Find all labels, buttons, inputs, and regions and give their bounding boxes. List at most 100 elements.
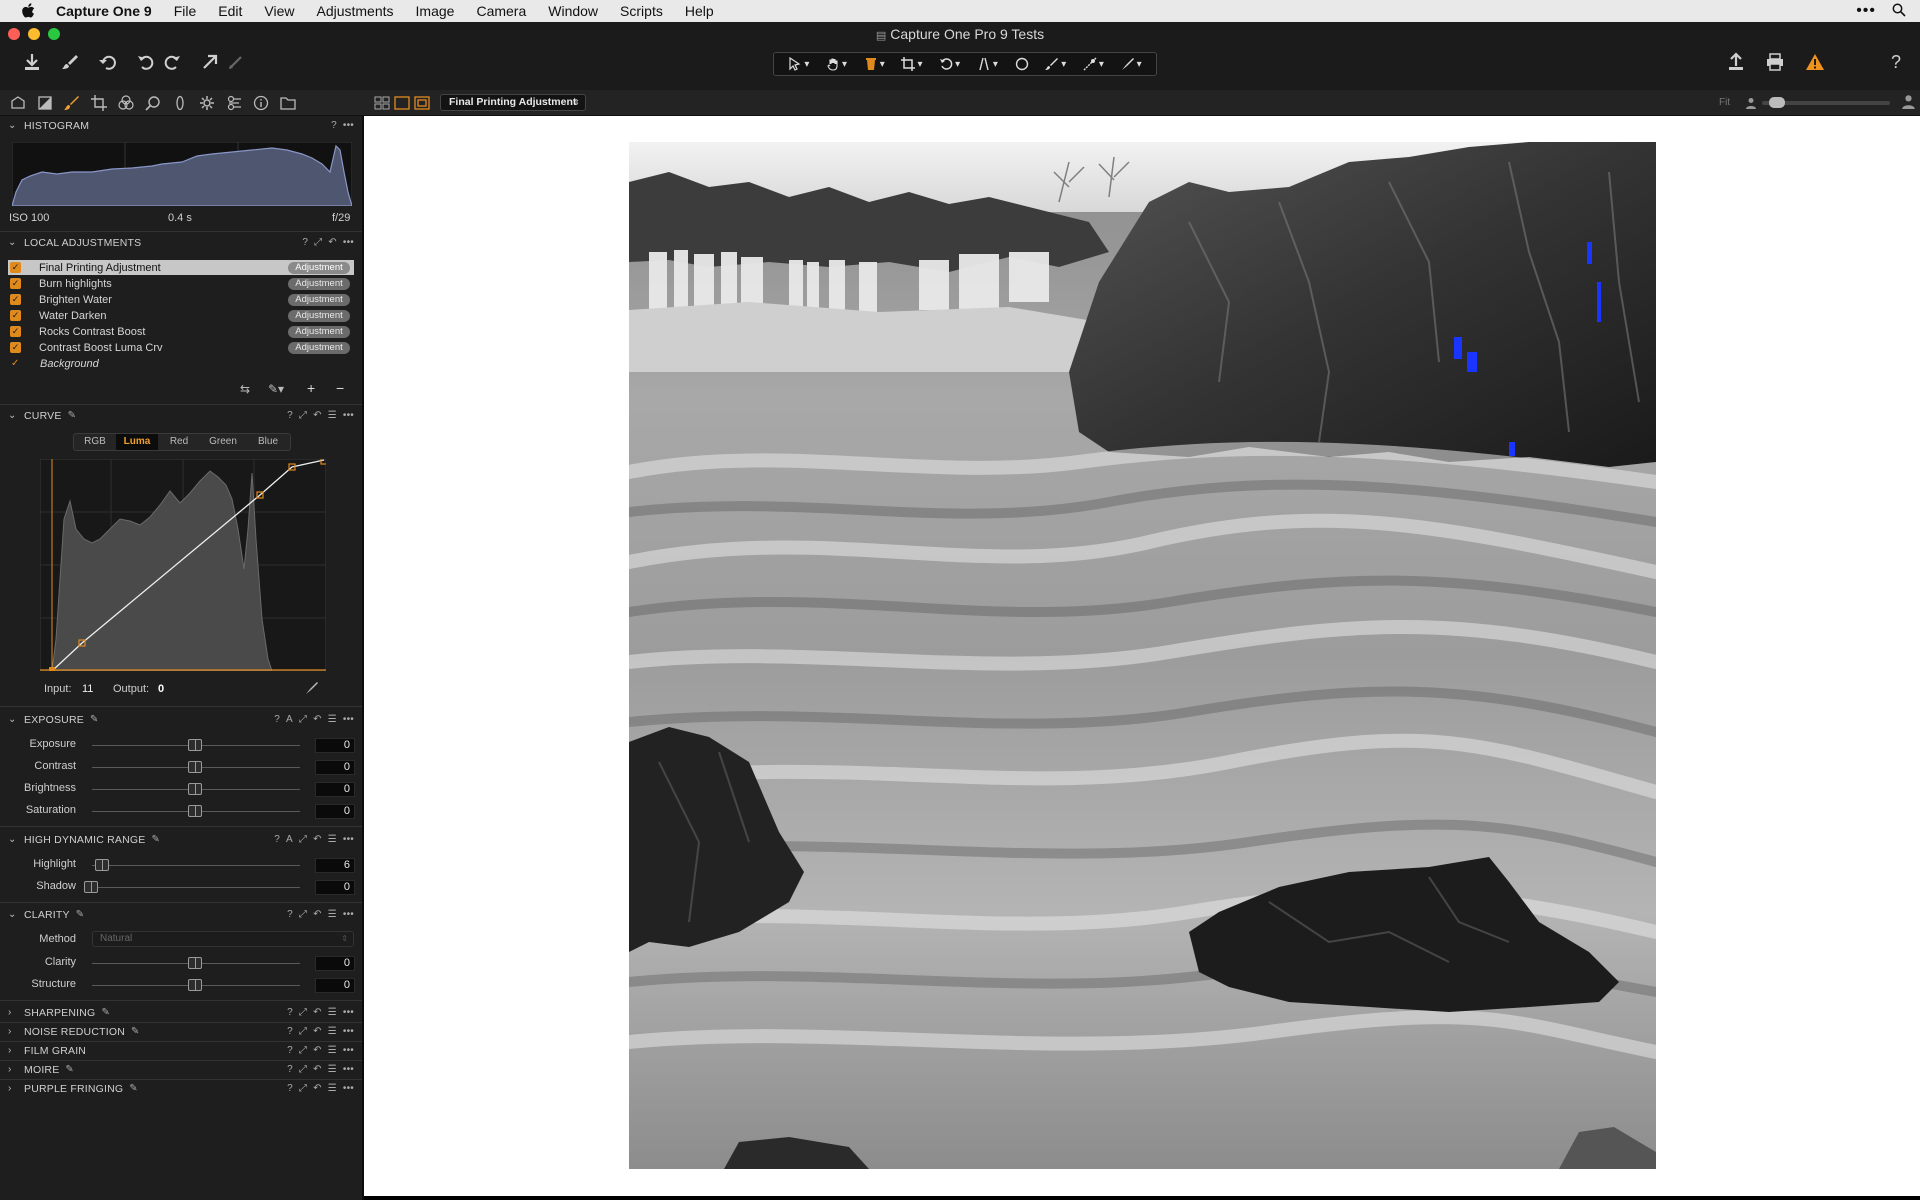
brightness-slider-knob[interactable] <box>188 783 202 795</box>
tab-output[interactable] <box>224 93 244 113</box>
tab-local-adjustments[interactable] <box>62 93 82 113</box>
shadow-slider-knob[interactable] <box>84 881 98 893</box>
layer-checkbox[interactable]: ✓ <box>10 310 21 321</box>
more-icon[interactable]: ••• <box>343 714 354 725</box>
layer-item[interactable]: ✓ Final Printing Adjustment Adjustment <box>8 260 354 275</box>
clarity-slider-knob[interactable] <box>188 957 202 969</box>
layer-checkbox[interactable]: ✓ <box>10 342 21 353</box>
contrast-slider-knob[interactable] <box>188 761 202 773</box>
moire-header[interactable]: › MOIRE ✎ ?⤢↶☰••• <box>0 1060 362 1079</box>
print-icon[interactable] <box>1763 50 1787 74</box>
structure-slider-knob[interactable] <box>188 979 202 991</box>
more-dots-icon[interactable]: ••• <box>1856 2 1876 20</box>
tab-color[interactable] <box>116 93 136 113</box>
copy-icon[interactable]: ⤢ <box>299 714 307 725</box>
preset-icon[interactable]: ☰ <box>328 1064 337 1075</box>
more-icon[interactable]: ••• <box>343 1064 354 1075</box>
help-icon[interactable]: ? <box>287 1064 293 1075</box>
export-icon[interactable] <box>1724 50 1748 74</box>
layer-item[interactable]: ✓ Rocks Contrast Boost Adjustment <box>8 324 354 339</box>
image-viewer[interactable] <box>364 116 1920 1196</box>
brightness-value[interactable]: 0 <box>315 782 355 797</box>
clarity-value[interactable]: 0 <box>315 956 355 971</box>
brush-icon[interactable] <box>58 50 82 74</box>
purple-fringing-header[interactable]: › PURPLE FRINGING ✎ ?⤢↶☰••• <box>0 1079 362 1098</box>
more-icon[interactable]: ••• <box>343 1026 354 1037</box>
more-icon[interactable]: ••• <box>343 834 354 845</box>
menu-adjustments[interactable]: Adjustments <box>305 0 404 22</box>
saturation-slider-knob[interactable] <box>188 805 202 817</box>
add-layer-button[interactable]: + <box>307 380 321 394</box>
layer-checkbox[interactable]: ✓ <box>10 278 21 289</box>
reset-icon[interactable]: ↶ <box>313 1045 322 1056</box>
copy-icon[interactable]: ⤢ <box>299 1007 307 1018</box>
help-icon[interactable]: ? <box>287 909 293 920</box>
remove-layer-button[interactable]: − <box>336 380 350 394</box>
help-icon[interactable]: ? <box>287 1045 293 1056</box>
grid-view-icon[interactable] <box>374 96 390 115</box>
copy-icon[interactable]: ⤢ <box>299 1064 307 1075</box>
menu-window[interactable]: Window <box>537 0 609 22</box>
keystone-tool[interactable]: ▾ <box>977 57 998 71</box>
copy-icon[interactable]: ⤢ <box>299 410 307 421</box>
menu-edit[interactable]: Edit <box>207 0 253 22</box>
spotlight-search-icon[interactable] <box>1892 3 1906 20</box>
menu-app-name[interactable]: Capture One 9 <box>52 0 163 22</box>
apple-icon[interactable] <box>18 1 38 21</box>
curve-graph[interactable] <box>40 459 326 671</box>
preset-icon[interactable]: ☰ <box>328 1045 337 1056</box>
noise-reduction-header[interactable]: › NOISE REDUCTION ✎ ?⤢↶☰••• <box>0 1022 362 1041</box>
more-icon[interactable]: ••• <box>343 1045 354 1056</box>
layer-select[interactable]: Final Printing Adjustment ⇕ <box>440 94 586 111</box>
edit-arrow-icon[interactable] <box>224 50 248 74</box>
undo-icon[interactable] <box>96 50 120 74</box>
preset-icon[interactable]: ☰ <box>328 1083 337 1094</box>
histogram-header[interactable]: ⌄ HISTOGRAM ?••• <box>0 116 362 135</box>
preset-icon[interactable]: ☰ <box>328 1026 337 1037</box>
more-icon[interactable]: ••• <box>343 1007 354 1018</box>
rotate-tool[interactable]: ▾ <box>939 57 960 71</box>
clarity-header[interactable]: ⌄ CLARITY ✎ ?⤢↶☰••• <box>0 905 362 924</box>
preset-icon[interactable]: ☰ <box>328 714 337 725</box>
rotate-right-icon[interactable] <box>160 50 184 74</box>
help-icon[interactable]: ? <box>1884 50 1908 74</box>
zoom-slider[interactable] <box>1762 101 1890 105</box>
tab-metadata[interactable] <box>197 93 217 113</box>
copy-icon[interactable]: ⤢ <box>314 237 322 248</box>
layer-item[interactable]: ✓ Burn highlights Adjustment <box>8 276 354 291</box>
menu-scripts[interactable]: Scripts <box>609 0 674 22</box>
layer-item[interactable]: ✓ Water Darken Adjustment <box>8 308 354 323</box>
preset-icon[interactable]: ☰ <box>328 834 337 845</box>
help-icon[interactable]: ? <box>287 1026 293 1037</box>
tab-green[interactable]: Green <box>200 434 246 450</box>
background-layer[interactable]: ✓ Background <box>8 356 354 371</box>
contrast-value[interactable]: 0 <box>315 760 355 775</box>
copy-icon[interactable]: ⤢ <box>299 909 307 920</box>
layer-checkbox[interactable]: ✓ <box>10 262 21 273</box>
reset-icon[interactable]: ↶ <box>313 1007 322 1018</box>
zoom-slider-knob[interactable] <box>1769 97 1785 108</box>
copy-icon[interactable]: ⤢ <box>299 1026 307 1037</box>
picker-tool[interactable]: ▾ <box>1121 57 1142 71</box>
tab-capture[interactable] <box>35 93 55 113</box>
layer-item[interactable]: ✓ Contrast Boost Luma Crv Adjustment <box>8 340 354 355</box>
curve-picker-icon[interactable] <box>304 680 320 701</box>
tab-luma[interactable]: Luma <box>116 434 158 450</box>
adjustment-tool[interactable]: ▾ <box>864 57 885 71</box>
reset-icon[interactable]: ↶ <box>328 237 337 248</box>
more-icon[interactable]: ••• <box>343 120 354 131</box>
menu-help[interactable]: Help <box>674 0 725 22</box>
auto-icon[interactable]: A <box>286 714 293 725</box>
reset-icon[interactable]: ↶ <box>313 410 322 421</box>
tab-library[interactable] <box>8 93 28 113</box>
help-icon[interactable]: ? <box>287 1007 293 1018</box>
sharpening-header[interactable]: › SHARPENING ✎ ?⤢↶☰••• <box>0 1003 362 1022</box>
method-select[interactable]: Natural ⇕ <box>92 931 354 947</box>
highlight-slider-knob[interactable] <box>95 859 109 871</box>
reset-icon[interactable]: ↶ <box>313 834 322 845</box>
tab-batch[interactable] <box>278 93 298 113</box>
mask-view-icon[interactable] <box>414 96 430 115</box>
crop-tool[interactable]: ▾ <box>901 57 922 71</box>
menu-file[interactable]: File <box>163 0 208 22</box>
rotate-left-icon[interactable] <box>134 50 158 74</box>
